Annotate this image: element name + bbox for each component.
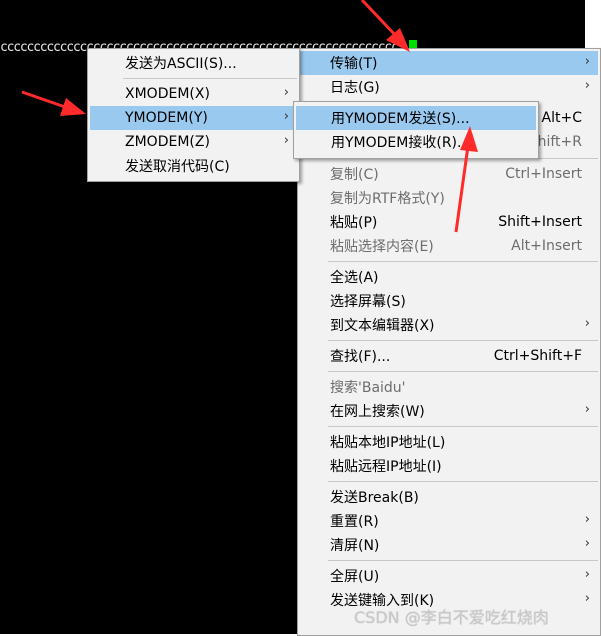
chevron-right-icon: ›: [584, 78, 590, 93]
menu-separator: [328, 371, 598, 372]
chevron-right-icon: ›: [584, 316, 590, 331]
menu-item-clear-screen[interactable]: 清屏(N) ›: [300, 533, 598, 557]
shortcut-text: Ctrl+Shift+F: [493, 348, 582, 364]
menu-separator: [328, 340, 598, 341]
shortcut-text: Alt+C: [541, 110, 582, 126]
watermark: CSDN @李白不爱吃红烧肉: [354, 608, 549, 627]
menu-item-send-break[interactable]: 发送Break(B): [300, 485, 598, 509]
chevron-right-icon: ›: [584, 54, 590, 69]
chevron-right-icon: ›: [584, 591, 590, 606]
chevron-right-icon: ›: [283, 109, 289, 124]
menu-item-reset[interactable]: 重置(R) ›: [300, 509, 598, 533]
menu-item-to-text-editor[interactable]: 到文本编辑器(X) ›: [300, 313, 598, 337]
transfer-submenu: 发送为ASCII(S)... XMODEM(X) › YMODEM(Y) › Z…: [87, 48, 300, 182]
menu-item-send-cancel-code[interactable]: 发送取消代码(C): [90, 154, 297, 178]
menu-item-xmodem[interactable]: XMODEM(X) ›: [90, 82, 297, 106]
ymodem-submenu: 用YMODEM发送(S)... 用YMODEM接收(R)...: [293, 101, 539, 159]
menu-separator: [328, 426, 598, 427]
menu-item-select-screen[interactable]: 选择屏幕(S): [300, 289, 598, 313]
menu-item-zmodem[interactable]: ZMODEM(Z) ›: [90, 130, 297, 154]
chevron-right-icon: ›: [283, 133, 289, 148]
menu-item-select-all[interactable]: 全选(A): [300, 265, 598, 289]
menu-item-web-search[interactable]: 在网上搜索(W) ›: [300, 399, 598, 423]
menu-separator: [123, 78, 297, 79]
menu-item-fullscreen[interactable]: 全屏(U) ›: [300, 564, 598, 588]
menu-item-log[interactable]: 日志(G) ›: [300, 75, 598, 99]
menu-separator: [328, 481, 598, 482]
menu-separator: [328, 560, 598, 561]
menu-item-paste-local-ip[interactable]: 粘贴本地IP地址(L): [300, 430, 598, 454]
shortcut-text: Alt+Insert: [511, 238, 582, 254]
menu-separator: [328, 261, 598, 262]
menu-item-ymodem[interactable]: YMODEM(Y) ›: [90, 106, 297, 130]
menu-item-paste-remote-ip[interactable]: 粘贴远程IP地址(I): [300, 454, 598, 478]
menu-item-copy[interactable]: 复制(C) Ctrl+Insert: [300, 162, 598, 186]
shortcut-text: Ctrl+Insert: [505, 166, 582, 182]
chevron-right-icon: ›: [283, 85, 289, 100]
menu-item-copy-rtf[interactable]: 复制为RTF格式(Y): [300, 186, 598, 210]
menu-item-transfer[interactable]: 传输(T) ›: [300, 51, 598, 75]
chevron-right-icon: ›: [584, 567, 590, 582]
menu-item-ymodem-receive[interactable]: 用YMODEM接收(R)...: [296, 130, 536, 154]
menu-item-find[interactable]: 查找(F)... Ctrl+Shift+F: [300, 344, 598, 368]
shortcut-text: hift+R: [537, 134, 582, 150]
shortcut-text: Shift+Insert: [498, 214, 582, 230]
menu-item-paste[interactable]: 粘贴(P) Shift+Insert: [300, 210, 598, 234]
menu-item-ymodem-send[interactable]: 用YMODEM发送(S)...: [296, 106, 536, 130]
menu-item-search-baidu[interactable]: 搜索'Baidu': [300, 375, 598, 399]
chevron-right-icon: ›: [584, 512, 590, 527]
chevron-right-icon: ›: [584, 536, 590, 551]
chevron-right-icon: ›: [584, 402, 590, 417]
menu-item-send-ascii[interactable]: 发送为ASCII(S)...: [90, 51, 297, 75]
menu-item-paste-selection[interactable]: 粘贴选择内容(E) Alt+Insert: [300, 234, 598, 258]
